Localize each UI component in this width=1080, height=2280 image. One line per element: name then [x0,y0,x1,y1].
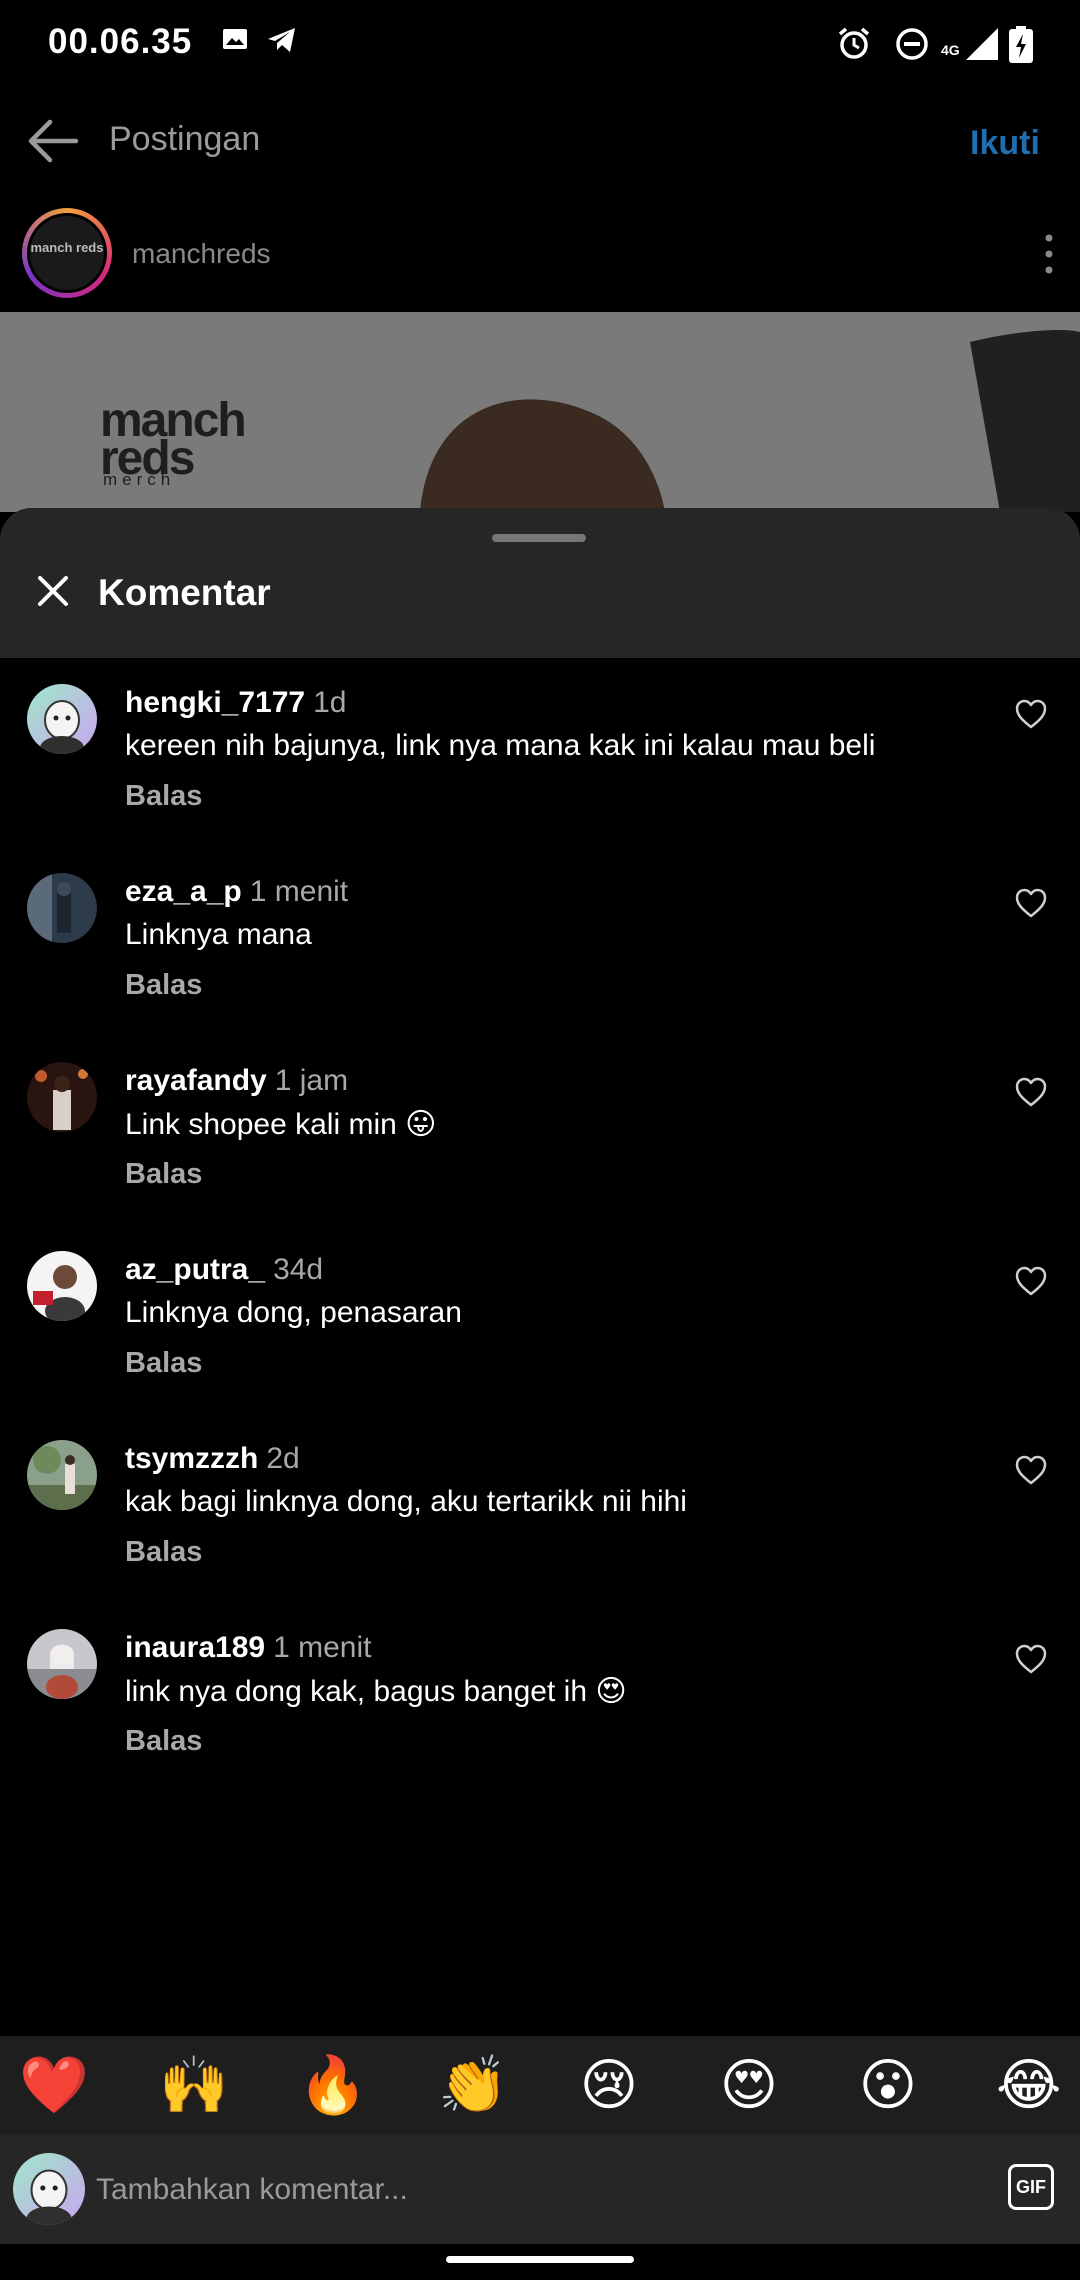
reply-button[interactable]: Balas [125,1158,202,1191]
sheet-title: Komentar [98,572,271,613]
emoji-raising-hands-button[interactable]: 🙌 [159,2054,229,2116]
comment-time: 1 menit [249,875,349,908]
brand-logo: manch reds [100,394,247,485]
comment-item: eza_a_p 1 menit Linknya mana Balas [0,847,1080,1036]
author-username[interactable]: manchreds [132,238,271,270]
emoji-heart-eyes-button[interactable]: 😍 [718,2054,780,2116]
drag-handle[interactable] [492,534,586,542]
comment-item: rayafandy 1 jam Link shopee kali min 😛 Ba… [0,1036,1080,1225]
telegram-icon [268,28,295,52]
close-icon[interactable] [36,574,70,608]
battery-charging-icon [1009,26,1033,63]
comment-username[interactable]: eza_a_p 1 menit [125,875,348,909]
gif-button[interactable]: GIF [1008,2164,1054,2210]
comment-item: tsymzzzh 2d kak bagi linknya dong, aku te… [0,1414,1080,1603]
alarm-icon [838,27,870,59]
comment-input[interactable] [94,2152,978,2228]
reply-button[interactable]: Balas [125,1347,202,1380]
author-avatar-logo: manch reds [27,213,107,293]
emoji-crying-button[interactable]: 😢 [578,2054,640,2116]
comment-username[interactable]: rayafandy 1 jam [125,1064,348,1098]
comment-text: Linknya dong, penasaran [125,1296,462,1329]
heart-icon[interactable] [1014,698,1048,730]
comment-text: link nya dong kak, bagus banget ih 😍 [125,1675,627,1708]
emoji-clapping-button[interactable]: 👏 [438,2054,508,2116]
heart-icon[interactable] [1014,1076,1048,1108]
reply-button[interactable]: Balas [125,1536,202,1569]
comment-username[interactable]: hengki_7177 1d [125,686,346,720]
brand-subtitle: merch [103,470,176,489]
emoji-reaction-bar: ❤️ 🙌 🔥 👏 😢 😍 😮 😂 [0,2036,1080,2134]
status-bar: 00.06.35 4G [0,0,1080,90]
commenter-avatar[interactable] [27,1440,97,1510]
heart-icon[interactable] [1014,1454,1048,1486]
comment-item: hengki_7177 1d kereen nih bajunya, link n… [0,658,1080,847]
status-time: 00.06.35 [48,22,193,61]
comment-item: az_putra_ 34d Linknya dong, penasaran Bal… [0,1225,1080,1414]
comment-text: Linknya mana [125,918,312,951]
commenter-avatar[interactable] [27,1251,97,1321]
reply-button[interactable]: Balas [125,969,202,1002]
back-arrow-icon[interactable] [26,118,80,164]
emoji-surprised-button[interactable]: 😮 [857,2054,919,2116]
network-type: 4G [941,42,960,58]
comment-time: 2d [266,1442,300,1475]
comment-username[interactable]: tsymzzzh 2d [125,1442,300,1476]
comment-username[interactable]: inaura189 1 menit [125,1631,371,1665]
commenter-avatar[interactable] [27,684,97,754]
commenter-avatar[interactable] [27,873,97,943]
comment-item: inaura189 1 menit link nya dong kak, bagu… [0,1603,1080,1792]
reply-button[interactable]: Balas [125,780,202,813]
comment-time: 1 menit [273,1631,372,1664]
comment-time: 34d [273,1253,324,1286]
gallery-icon [223,29,247,49]
comment-time: 1 jam [274,1064,349,1097]
do-not-disturb-icon [896,28,928,60]
page-title: Postingan [109,120,261,158]
follow-button[interactable]: Ikuti [970,124,1040,163]
reply-button[interactable]: Balas [125,1725,202,1758]
sheet-header: Komentar [0,508,1080,658]
emoji-laughing-button[interactable]: 😂 [996,2054,1061,2116]
emoji-fire-button[interactable]: 🔥 [298,2054,368,2116]
heart-icon[interactable] [1014,1265,1048,1297]
signal-icon [966,28,998,60]
commenter-avatar[interactable] [27,1062,97,1132]
comment-text: kereen nih bajunya, link nya mana kak in… [125,729,876,762]
commenter-avatar[interactable] [27,1629,97,1699]
current-user-avatar [13,2153,85,2225]
emoji-heart-button[interactable]: ❤️ [19,2054,89,2116]
comments-sheet: Komentar hengki_7177 1d kereen nih bajuny… [0,508,1080,2280]
home-indicator[interactable] [446,2256,634,2263]
comment-time: 1d [313,686,347,719]
comment-username[interactable]: az_putra_ 34d [125,1253,323,1287]
comment-text: kak bagi linknya dong, aku tertarikk nii… [125,1485,687,1518]
comment-text: Link shopee kali min 😛 [125,1108,437,1141]
heart-icon[interactable] [1014,1643,1048,1675]
author-avatar[interactable]: manch reds [22,208,112,298]
more-options-icon[interactable] [1040,232,1058,276]
heart-icon[interactable] [1014,887,1048,919]
